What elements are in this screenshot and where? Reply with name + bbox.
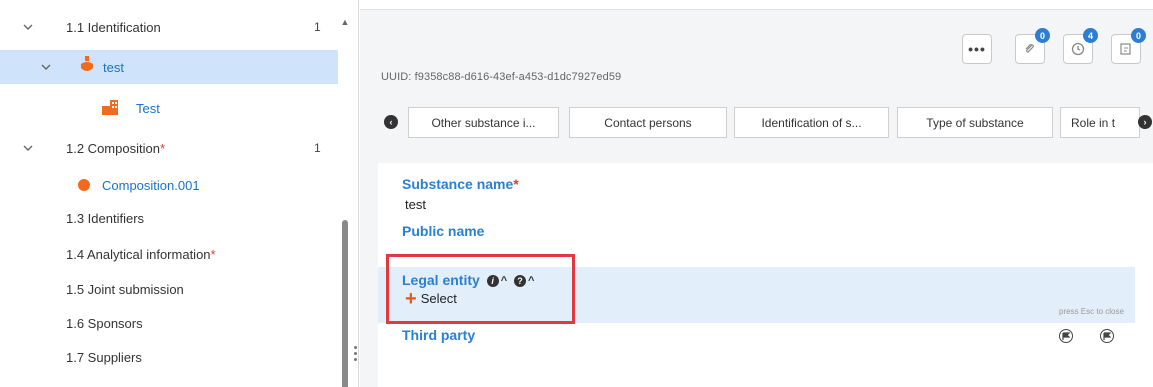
tree-item-label: 1.6 Sponsors (66, 315, 143, 331)
more-actions-button[interactable]: ••• (962, 34, 992, 64)
substance-name-value[interactable]: test (405, 197, 426, 212)
tree-item-label: Test (136, 100, 160, 116)
document-panel: ••• 0 4 0 0 UUID: f9358c88-d616-43ef-a45… (360, 0, 1153, 387)
tree-item-label: test (103, 59, 124, 75)
tree-item-identifiers[interactable]: 1.3 Identifiers (0, 201, 338, 235)
tabs-scroll-right-icon[interactable]: › (1138, 115, 1152, 129)
public-name-label: Public name (402, 223, 485, 239)
substance-name-label-text: Substance name (402, 176, 514, 192)
tree-item-label: 1.2 Composition* (66, 141, 165, 156)
tab-role[interactable]: Role in t (1060, 107, 1140, 138)
attachments-button[interactable]: 0 (1015, 28, 1050, 64)
document-uuid: UUID: f9358c88-d616-43ef-a453-d1dc7927ed… (381, 71, 622, 83)
paperclip-icon (1025, 44, 1034, 53)
chevron-down-icon[interactable] (40, 61, 52, 73)
tree-item-count: 1 (314, 141, 321, 155)
section-tabs: ‹ Other substance i... Contact persons I… (360, 104, 1153, 140)
tree-item-identification[interactable]: 1.1 Identification 1 (0, 10, 338, 44)
tab-contact-persons[interactable]: Contact persons (569, 107, 727, 138)
tree-item-analytical-information[interactable]: 1.4 Analytical information* (0, 237, 338, 271)
tabs-scroll-left-icon[interactable]: ‹ (384, 115, 398, 129)
tree-item-label: 1.4 Analytical information* (66, 247, 216, 262)
required-marker: * (513, 176, 519, 192)
flask-icon (79, 56, 95, 77)
esc-hint: press Esc to close (1059, 307, 1124, 316)
tab-other-substance[interactable]: Other substance i... (408, 107, 559, 138)
flag-icon[interactable] (1059, 329, 1073, 343)
history-count-badge: 4 (1083, 28, 1098, 43)
substance-name-label: Substance name* (402, 176, 519, 192)
third-party-label: Third party (402, 327, 476, 343)
panel-splitter-handle[interactable] (354, 346, 358, 370)
required-marker: * (159, 140, 166, 156)
tree-item-label: Composition.001 (102, 177, 200, 193)
more-dots-icon: ••• (968, 41, 986, 57)
tree-item-composition-001[interactable]: Composition.001 (0, 168, 338, 202)
chevron-down-icon[interactable] (22, 142, 34, 154)
clock-icon (1071, 42, 1085, 56)
tree-item-joint-submission[interactable]: 1.5 Joint submission (0, 272, 338, 306)
tab-type-of-substance[interactable]: Type of substance (897, 107, 1053, 138)
tree-item-test-entity[interactable]: Test (0, 91, 338, 125)
tree-scrollbar-thumb[interactable] (342, 220, 348, 387)
navigation-tree: 1.1 Identification 1 ▲ test Test 1.2 Com… (0, 0, 359, 387)
notes-button[interactable]: 0 (1111, 28, 1146, 64)
history-button[interactable]: 4 (1063, 28, 1098, 64)
required-marker: * (210, 246, 216, 262)
tree-item-label-text: 1.4 Analytical information (66, 246, 211, 262)
attachments-count-badge: 0 (1035, 28, 1050, 43)
building-icon (102, 100, 119, 118)
tree-item-composition[interactable]: 1.2 Composition* 1 (0, 131, 338, 165)
notes-count-badge: 0 (1131, 28, 1146, 43)
tree-item-label-text: 1.2 Composition (66, 140, 160, 156)
tree-item-label: 1.3 Identifiers (66, 210, 145, 226)
tree-item-label: 1.5 Joint submission (66, 281, 184, 297)
highlight-annotation-box (386, 254, 575, 324)
scroll-up-arrow-icon[interactable]: ▲ (339, 17, 351, 27)
tree-item-sponsors[interactable]: 1.6 Sponsors (0, 306, 338, 340)
tree-item-label: 1.7 Suppliers (66, 349, 142, 365)
chevron-down-icon[interactable] (22, 21, 34, 33)
tree-item-label: 1.1 Identification (66, 19, 161, 35)
tree-item-suppliers[interactable]: 1.7 Suppliers (0, 340, 338, 374)
status-dot-icon (78, 179, 90, 191)
flag-icon[interactable] (1100, 329, 1114, 343)
note-edit-icon (1120, 43, 1131, 55)
tree-item-test-substance[interactable]: test (0, 50, 338, 84)
top-divider (360, 0, 1153, 10)
tree-item-count: 1 (314, 20, 321, 34)
tab-identification[interactable]: Identification of s... (734, 107, 889, 138)
